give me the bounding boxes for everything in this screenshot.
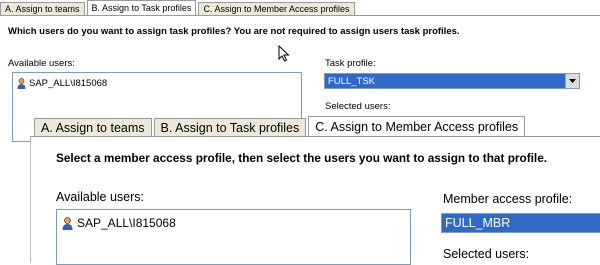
instruction-text: Select a member access profile, then sel… <box>56 151 548 165</box>
member-access-profiles-panel: Select a member access profile, then sel… <box>30 136 600 265</box>
available-users-label: Available users: <box>56 190 145 204</box>
task-profile-value: FULL_TSK <box>325 74 565 88</box>
available-users-label: Available users: <box>8 58 75 69</box>
tab-assign-to-task-profiles[interactable]: B. Assign to Task profiles <box>153 118 307 137</box>
selected-users-label: Selected users: <box>443 247 530 261</box>
list-item[interactable]: SAP_ALL\I815068 <box>13 73 301 89</box>
mouse-pointer-icon <box>278 44 290 67</box>
tab-assign-to-member-access-profiles[interactable]: C. Assign to Member Access profiles <box>198 2 355 16</box>
instruction-text: Which users do you want to assign task p… <box>8 26 460 37</box>
user-icon <box>62 216 73 230</box>
tab-assign-to-teams[interactable]: A. Assign to teams <box>34 118 152 137</box>
list-item[interactable]: SAP_ALL\I815068 <box>57 210 410 230</box>
member-access-profiles-window: A. Assign to teams B. Assign to Task pro… <box>30 116 600 265</box>
task-profile-label: Task profile: <box>325 58 376 69</box>
available-users-list[interactable]: SAP_ALL\I815068 <box>56 209 411 265</box>
tab-assign-to-task-profiles[interactable]: B. Assign to Task profiles <box>86 0 197 16</box>
tab-assign-to-teams[interactable]: A. Assign to teams <box>0 2 85 16</box>
available-user-label: SAP_ALL\I815068 <box>77 216 176 230</box>
tab-bar: A. Assign to teams B. Assign to Task pro… <box>0 0 357 16</box>
tab-assign-to-member-access-profiles[interactable]: C. Assign to Member Access profiles <box>308 116 526 137</box>
member-access-profile-dropdown[interactable]: FULL_MBR <box>441 213 600 233</box>
task-profile-dropdown[interactable]: FULL_TSK <box>324 73 580 89</box>
chevron-down-icon[interactable] <box>565 74 579 88</box>
tab-bar: A. Assign to teams B. Assign to Task pro… <box>34 116 527 137</box>
user-icon <box>17 78 26 89</box>
member-access-profile-value: FULL_MBR <box>442 214 600 232</box>
selected-users-label: Selected users: <box>325 101 391 112</box>
available-user-label: SAP_ALL\I815068 <box>29 78 108 89</box>
member-access-profile-label: Member access profile: <box>443 192 573 206</box>
